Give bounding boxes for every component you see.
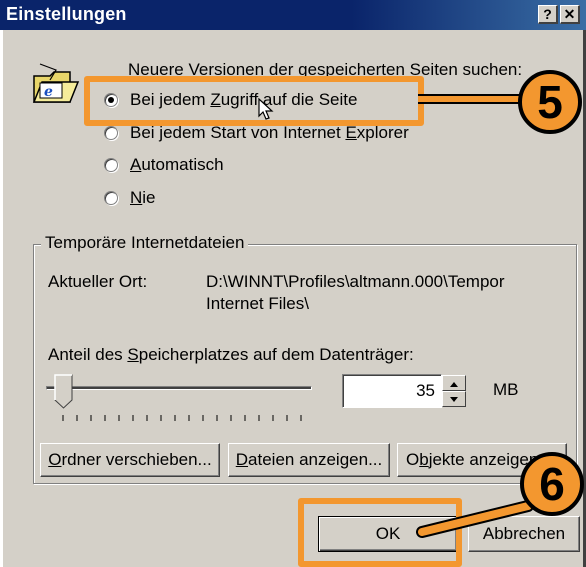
help-button[interactable]: ? <box>538 5 558 24</box>
radio-never[interactable] <box>104 191 118 205</box>
spin-up-button[interactable] <box>442 375 466 391</box>
view-files-button[interactable]: Dateien anzeigen... <box>228 443 390 477</box>
slider-ticks <box>62 408 312 428</box>
move-folder-button[interactable]: Ordner verschieben... <box>40 443 220 477</box>
size-unit: MB <box>493 380 519 399</box>
close-button[interactable]: ✕ <box>560 5 580 24</box>
radio-label-never[interactable]: Nie <box>130 188 156 208</box>
svg-text:e: e <box>44 84 53 100</box>
connector-step-6 <box>416 500 536 545</box>
spin-down-button[interactable] <box>442 391 466 407</box>
location-label: Aktueller Ort: <box>48 272 148 291</box>
window-title: Einstellungen <box>6 4 127 24</box>
radio-every-start[interactable] <box>104 126 118 140</box>
space-label: Anteil des Speicherplatzes auf dem Daten… <box>48 345 414 364</box>
step-badge-5: 5 <box>518 70 582 134</box>
location-value-line2: Internet Files\ <box>206 294 309 313</box>
size-input[interactable]: 35 <box>342 374 442 408</box>
connector-step-5 <box>418 94 528 104</box>
temp-files-group-title: Temporäre Internetdateien <box>41 233 249 253</box>
size-input-value: 35 <box>416 381 435 400</box>
frame-left <box>0 30 3 567</box>
slider-track[interactable] <box>46 386 312 390</box>
highlight-box-step-5 <box>84 76 424 126</box>
radio-automatic[interactable] <box>104 158 118 172</box>
location-value-line1: D:\WINNT\Profiles\altmann.000\Tempor <box>206 272 505 291</box>
radio-label-automatic[interactable]: Automatisch <box>130 155 224 175</box>
folder-ie-icon: e <box>30 62 82 110</box>
step-badge-6: 6 <box>520 452 584 516</box>
